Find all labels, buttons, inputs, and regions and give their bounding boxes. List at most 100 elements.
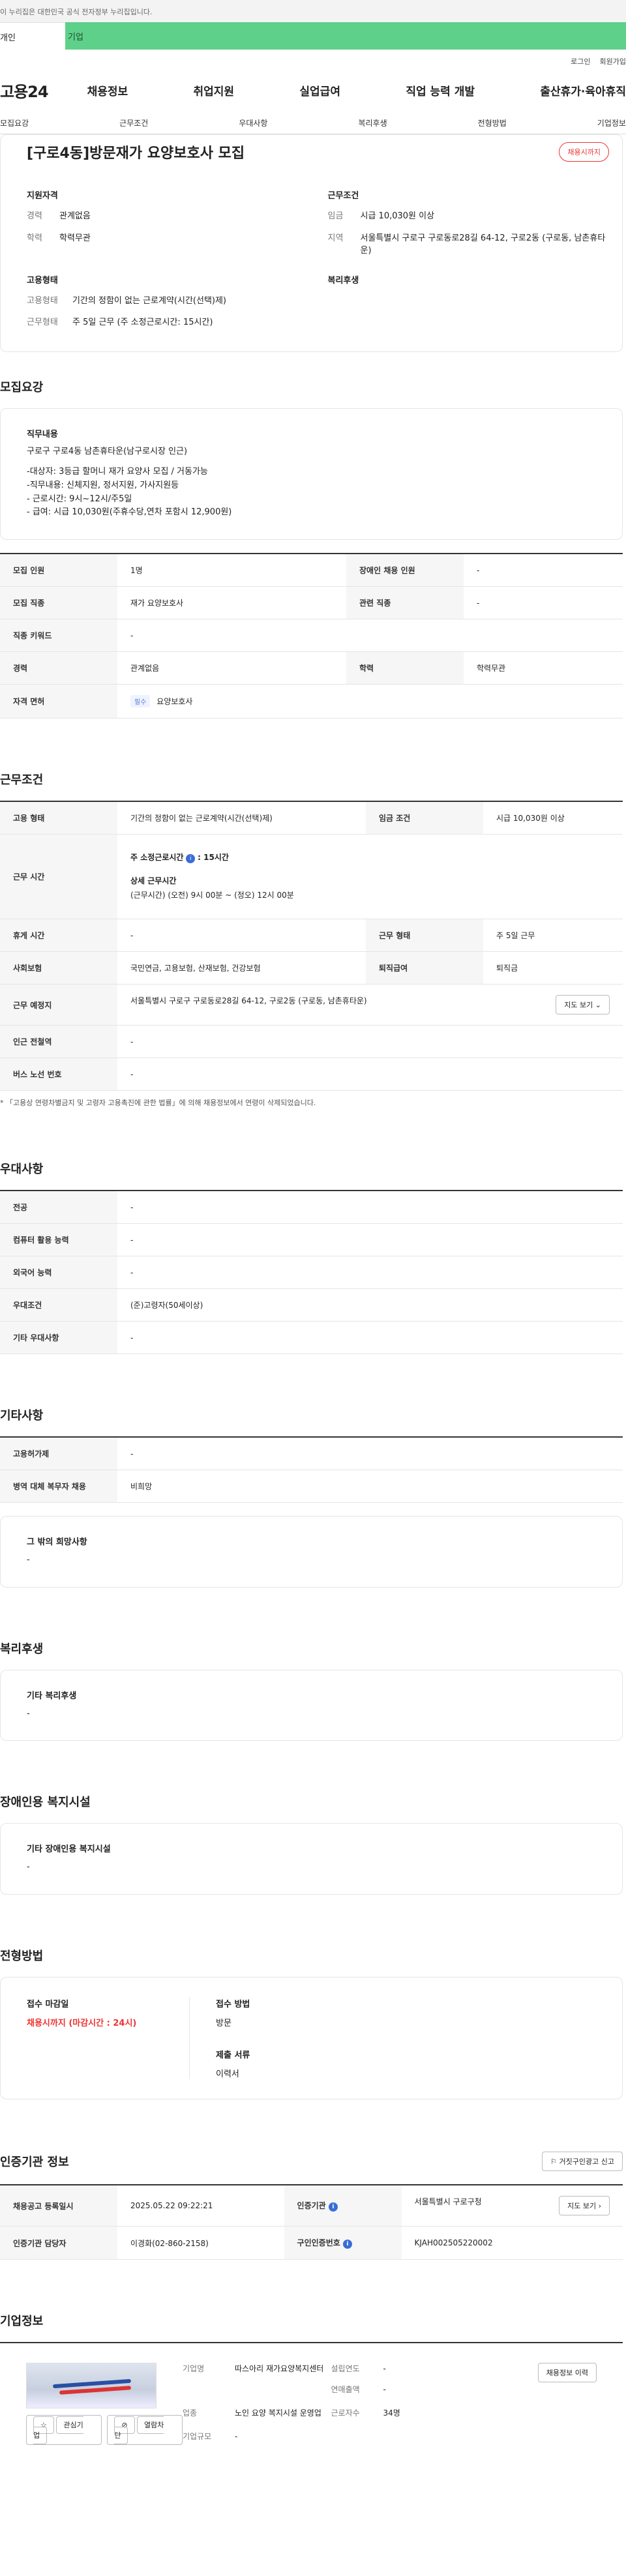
method-title: 접수 방법 xyxy=(216,2000,250,2010)
map-button[interactable]: 지도 보기 ⌄ xyxy=(556,995,610,1015)
report-button[interactable]: ⚐ 거짓구인광고 신고 xyxy=(542,2152,623,2172)
recruit-table: 모집 인원 1명 장애인 채용 인원 - 모집 직종 재가 요양보호사 관련 직… xyxy=(0,553,623,719)
row-value: 필수 요양보호사 xyxy=(117,684,623,719)
value: 주 5일 근무 (주 소정근로시간: 15시간) xyxy=(72,318,213,327)
table-row: 직종 키워드 - xyxy=(0,619,623,653)
company-actions: ☆ 관심기업 ⊘ 열람차단 xyxy=(26,2415,183,2446)
row-value: 비희망 xyxy=(117,1470,623,1503)
label: 기업규모 xyxy=(183,2432,212,2442)
value: 시급 10,030원 이상 xyxy=(360,211,435,221)
row-value: - xyxy=(117,619,623,653)
wish-title: 그 밖의 희망사항 xyxy=(27,1537,87,1548)
table-row: 모집 인원 1명 장애인 채용 인원 - xyxy=(0,554,623,587)
value: 관계없음 xyxy=(59,211,91,221)
tab-personal[interactable]: 개인 xyxy=(0,22,65,50)
row-value: - xyxy=(117,919,366,953)
duty-line: -대상자: 3등급 할머니 재가 요양사 모집 / 거동가능 xyxy=(27,467,208,477)
disabled-box-title: 기타 장애인용 복지시설 xyxy=(27,1844,111,1855)
row-header: 직종 키워드 xyxy=(0,619,117,653)
welfare-title: 복리후생 xyxy=(327,275,359,286)
auth-table: 채용공고 등록일시 2025.05.22 09:22:21 인증기관 i 서울특… xyxy=(0,2184,623,2260)
work-place: 서울특별시 구로구 구로동로28길 64-12, 구로2동 (구로동, 남촌휴타… xyxy=(130,996,367,1006)
duty-line: - 근로시간: 9시~12시/주5일 xyxy=(27,494,132,504)
label: 경력 xyxy=(27,211,42,221)
row-header: 자격 면허 xyxy=(0,684,117,719)
org-map-button[interactable]: 지도 보기 › xyxy=(559,2196,610,2216)
duty-line: - 급여: 시급 10,030원(주휴수당,연차 포함시 12,900원) xyxy=(27,507,232,518)
info-icon[interactable]: i xyxy=(342,2240,352,2249)
label: 근로자수 xyxy=(331,2408,360,2418)
company-card: ☆ 관심기업 ⊘ 열람차단 기업명 따스아리 재가요양복지센터 설립연도 - 연매출… xyxy=(0,2342,623,2465)
gov-banner: 이 누리집은 대한민국 공식 전자정부 누리집입니다. xyxy=(0,0,626,22)
row-header: 모집 인원 xyxy=(0,554,117,587)
value: 노인 요양 복지시설 운영업 xyxy=(235,2408,321,2418)
duty-line xyxy=(27,459,596,466)
gnb-item-support[interactable]: 취업지원 xyxy=(193,82,234,98)
process-box: 접수 마감일 채용시까지 (마감시간 : 24시) 접수 방법 방문 제출 서류… xyxy=(0,1977,623,2100)
row-value: (준)고령자(50세이상) xyxy=(117,1288,623,1322)
site-logo[interactable]: 고용24 xyxy=(0,79,49,102)
gnb-item-benefit[interactable]: 실업급여 xyxy=(299,82,340,98)
row-header: 구인인증번호 i xyxy=(284,2226,402,2260)
row-value: 주 소정근로시간 i : 15시간 상세 근무시간 (근무시간) (오전) 9시… xyxy=(117,834,623,920)
employment-title: 고용형태 xyxy=(27,275,58,286)
join-link[interactable]: 회원가입 xyxy=(600,56,626,69)
table-row: 병역 대체 복무자 채용 비희망 xyxy=(0,1470,623,1503)
row-value: 학력무관 xyxy=(464,651,623,685)
row-header: 근무 예정지 xyxy=(0,984,117,1026)
deadline-title: 접수 마감일 xyxy=(27,2000,69,2010)
row-value: - xyxy=(117,1058,623,1091)
sub-nav-company[interactable]: 기업정보 xyxy=(597,117,626,134)
age-note: * 「고용상 연령차별금지 및 고령자 고용촉진에 관한 법률」에 의해 채용정… xyxy=(0,1099,316,1108)
utility-links: 로그인 회원가입 xyxy=(0,50,626,69)
tab-company[interactable]: 기업 xyxy=(65,22,626,50)
row-value: - xyxy=(117,1437,623,1471)
row-header: 학력 xyxy=(346,651,464,685)
row-value: - xyxy=(117,1191,623,1224)
disabled-box-value: - xyxy=(27,1862,30,1873)
gnb-item-training[interactable]: 직업 능력 개발 xyxy=(406,82,475,98)
info-icon[interactable]: i xyxy=(186,854,196,864)
job-summary-card: [구로4동]방문재가 요양보호사 모집 채용시까지 지원자격 경력 관계없음 학력… xyxy=(0,134,623,352)
wish-value: - xyxy=(27,1555,30,1565)
row-value: 서울특별시 구로구청 지도 보기 › xyxy=(401,2185,623,2227)
info-icon[interactable]: i xyxy=(328,2202,338,2212)
history-button[interactable]: 채용정보 이력 xyxy=(537,2363,597,2383)
sub-nav-process[interactable]: 전형방법 xyxy=(478,117,507,134)
row-value: KJAH002505220002 xyxy=(401,2226,623,2260)
block-button[interactable]: ⊘ 열람차단 xyxy=(107,2415,183,2446)
row-value: - xyxy=(117,1223,623,1257)
duty-box: 직무내용 구로구 구로4동 남촌휴타운(남구로시장 인근) -대상자: 3등급 … xyxy=(0,407,623,540)
hours-detail-value: (근무시간) (오전) 9시 00분 ~ (정오) 12시 00분 xyxy=(130,890,294,900)
table-row: 인증기관 담당자 이경화(02-860-2158) 구인인증번호 i KJAH0… xyxy=(0,2226,623,2260)
row-value: - xyxy=(117,1321,623,1355)
report-button-label: 거짓구인광고 신고 xyxy=(559,2157,614,2167)
row-header: 고용 형태 xyxy=(0,801,117,835)
sub-nav-pref[interactable]: 우대사항 xyxy=(239,117,267,134)
row-header: 기타 우대사항 xyxy=(0,1321,117,1355)
row-header: 경력 xyxy=(0,651,117,685)
row-header: 인근 전철역 xyxy=(0,1025,117,1059)
job-title-row: [구로4동]방문재가 요양보호사 모집 채용시까지 xyxy=(27,141,609,162)
row-value: 기간의 정함이 없는 근로계약(시간(선택)제) xyxy=(117,801,366,835)
sub-nav-recruit[interactable]: 모집요강 xyxy=(0,117,29,134)
gnb-item-leave[interactable]: 출산휴가·육아휴직 xyxy=(540,82,626,98)
value: - xyxy=(235,2432,238,2442)
fav-button[interactable]: ☆ 관심기업 xyxy=(26,2415,102,2446)
login-link[interactable]: 로그인 xyxy=(571,56,590,69)
gnb-item-jobs[interactable]: 채용정보 xyxy=(87,82,128,98)
disabled-box: 기타 장애인용 복지시설 - xyxy=(0,1823,623,1895)
row-header: 인증기관 i xyxy=(284,2185,402,2227)
table-row: 채용공고 등록일시 2025.05.22 09:22:21 인증기관 i 서울특… xyxy=(0,2185,623,2227)
sub-nav-welfare[interactable]: 복리후생 xyxy=(358,117,387,134)
row-header: 휴게 시간 xyxy=(0,919,117,953)
table-row: 컴퓨터 활용 능력 - xyxy=(0,1223,623,1257)
label: 임금 xyxy=(327,211,344,221)
sub-nav-work[interactable]: 근무조건 xyxy=(119,117,148,134)
table-row: 우대조건 (준)고령자(50세이상) xyxy=(0,1288,623,1322)
license-name: 요양보호사 xyxy=(156,697,193,707)
row-value: 2025.05.22 09:22:21 xyxy=(117,2185,284,2227)
welfare-block: 복리후생 xyxy=(328,273,610,338)
docs-value: 이력서 xyxy=(216,2069,239,2080)
company-col3: 채용정보 이력 xyxy=(479,2363,597,2398)
